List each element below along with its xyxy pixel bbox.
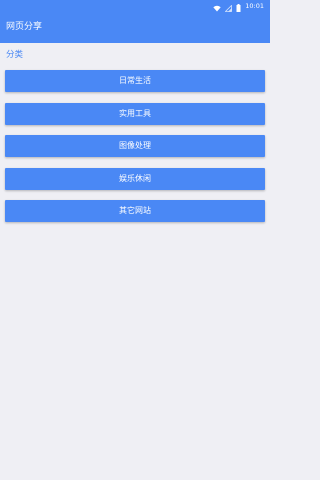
category-button-other-sites[interactable]: 其它网站 [5, 200, 265, 222]
app-bar: 网页分享 [0, 12, 270, 43]
status-bar: 10:01 [0, 0, 270, 12]
status-icons: 10:01 [213, 1, 264, 12]
category-button-daily-life[interactable]: 日常生活 [5, 70, 265, 92]
app-title: 网页分享 [6, 22, 43, 32]
section-label: 分类 [6, 50, 24, 60]
category-button-image-processing[interactable]: 图像处理 [5, 135, 265, 157]
category-button-utilities[interactable]: 实用工具 [5, 102, 265, 125]
phone-screen: 10:01 网页分享 分类 日常生活 实用工具 图像处理 娱乐休闲 其它网站 [0, 0, 270, 480]
status-time: 10:01 [245, 2, 264, 10]
category-list: 日常生活 实用工具 图像处理 娱乐休闲 其它网站 [5, 70, 265, 233]
category-button-entertainment[interactable]: 娱乐休闲 [5, 167, 265, 190]
